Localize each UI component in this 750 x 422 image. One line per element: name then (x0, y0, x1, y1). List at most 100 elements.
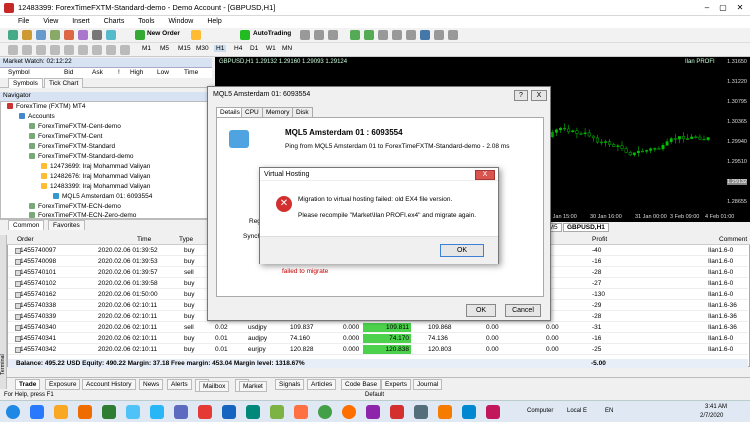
nav-root[interactable]: ForexTime (FXTM) MT4 (7, 103, 85, 110)
nav-server[interactable]: ForexTimeFXTM-ECN-demo (29, 203, 121, 210)
nav-accounts[interactable]: Accounts (19, 113, 55, 120)
dialog-ok-button[interactable]: OK (466, 304, 496, 317)
data-window-icon[interactable] (50, 30, 60, 40)
autotrading-button[interactable]: AutoTrading (253, 30, 291, 37)
nav-account[interactable]: 12473699: Iraj Mohammad Valiyan (41, 163, 150, 170)
tf-mn[interactable]: MN (282, 45, 292, 52)
autoscroll-icon[interactable] (392, 30, 402, 40)
arrows-icon[interactable] (120, 45, 130, 55)
nav-vps[interactable]: MQL5 Amsterdam 01: 6093554 (53, 193, 152, 200)
tab-disk[interactable]: Disk (292, 107, 313, 117)
minimize-button[interactable]: – (700, 2, 714, 13)
tile-windows-icon[interactable] (378, 30, 388, 40)
app-icon[interactable] (174, 405, 188, 419)
tab-trade[interactable]: Trade (15, 379, 41, 390)
col-high[interactable]: High (130, 69, 143, 76)
tf-w1[interactable]: W1 (266, 45, 276, 52)
channel-icon[interactable] (78, 45, 88, 55)
tab-tick-chart[interactable]: Tick Chart (44, 78, 84, 88)
tab-favorites[interactable]: Favorites (48, 220, 85, 230)
chart-shift-icon[interactable] (406, 30, 416, 40)
dialog-cancel-button[interactable]: Cancel (505, 304, 541, 317)
tab-mailbox[interactable]: Mailbox40 (195, 379, 230, 393)
tab-account-history[interactable]: Account History (82, 379, 136, 390)
col-comment[interactable]: Comment (719, 236, 747, 243)
nav-server[interactable]: ForexTimeFXTM-Standard-demo (29, 153, 133, 160)
nav-account[interactable]: 12482676: Iraj Mohammad Valiyan (41, 173, 150, 180)
col-symbol[interactable]: Symbol (8, 69, 30, 76)
tab-cpu[interactable]: CPU (241, 107, 263, 117)
text-icon[interactable] (106, 45, 116, 55)
cursor-icon[interactable] (8, 45, 18, 55)
menu-help[interactable]: Help (207, 18, 221, 25)
col-time[interactable]: Time (184, 69, 198, 76)
dialog-help-button[interactable]: ? (514, 90, 528, 101)
app-icon[interactable] (414, 405, 428, 419)
horizontal-line-icon[interactable] (50, 45, 60, 55)
col-bid[interactable]: Bid (64, 69, 73, 76)
nav-server[interactable]: ForexTimeFXTM-Cent-demo (29, 123, 121, 130)
menu-charts[interactable]: Charts (104, 18, 125, 25)
zoom-in-icon[interactable] (350, 30, 360, 40)
crosshair-icon[interactable] (22, 45, 32, 55)
mt4-icon[interactable] (390, 405, 404, 419)
new-order-button[interactable]: New Order (147, 30, 180, 37)
fibonacci-icon[interactable] (92, 45, 102, 55)
app-icon[interactable] (366, 405, 380, 419)
tab-details[interactable]: Details (216, 107, 244, 117)
line-chart-icon[interactable] (328, 30, 338, 40)
periods-icon[interactable] (434, 30, 444, 40)
tab-experts[interactable]: Experts (381, 379, 412, 390)
app-icon[interactable] (462, 405, 476, 419)
table-row[interactable]: 1455740341 2020.02.06 02:10:11 buy 0.01 audj… (8, 334, 748, 344)
tray-date[interactable]: 2/7/2020 (700, 413, 723, 419)
tab-alerts[interactable]: Alerts (167, 379, 192, 390)
tf-m15[interactable]: M15 (178, 45, 191, 52)
indicators-icon[interactable] (420, 30, 430, 40)
tf-d1[interactable]: D1 (250, 45, 258, 52)
menu-insert[interactable]: Insert (72, 18, 90, 25)
chart-tab-active[interactable]: GBPUSD,H1 (563, 223, 609, 232)
app-icon[interactable] (246, 405, 260, 419)
profiles-icon[interactable] (22, 30, 32, 40)
explorer-icon[interactable] (54, 405, 68, 419)
terminal-icon[interactable] (78, 30, 88, 40)
nav-server[interactable]: ForexTimeFXTM-ECN-Zero-demo (29, 212, 136, 218)
trendline-icon[interactable] (64, 45, 74, 55)
maximize-button[interactable]: ▢ (716, 2, 730, 13)
tab-memory[interactable]: Memory (262, 107, 294, 117)
tester-icon[interactable] (92, 30, 102, 40)
tab-common[interactable]: Common (8, 220, 45, 230)
dialog-close-button[interactable]: X (531, 90, 547, 101)
table-row[interactable]: 1455740340 2020.02.06 02:10:11 sell 0.02 usd… (8, 323, 748, 333)
nav-account[interactable]: 12483399: Iraj Mohammad Valiyan (41, 183, 150, 190)
nav-server[interactable]: ForexTimeFXTM-Cent (29, 133, 102, 140)
autotrading-icon[interactable] (240, 30, 250, 40)
tray-computer[interactable]: Computer (527, 408, 553, 414)
nav-server[interactable]: ForexTimeFXTM-Standard (29, 143, 115, 150)
word-icon[interactable] (222, 405, 236, 419)
zoom-out-icon[interactable] (364, 30, 374, 40)
col-time[interactable]: Time (137, 236, 151, 243)
ie-icon[interactable] (30, 405, 44, 419)
menu-window[interactable]: Window (168, 18, 193, 25)
metaeditor-icon[interactable] (106, 30, 116, 40)
skype-icon[interactable] (126, 405, 140, 419)
tf-h1[interactable]: H1 (214, 45, 227, 52)
start-icon[interactable] (6, 405, 20, 419)
app-icon[interactable] (294, 405, 308, 419)
templates-icon[interactable] (448, 30, 458, 40)
tf-m30[interactable]: M30 (196, 45, 209, 52)
col-ask[interactable]: Ask (92, 69, 103, 76)
table-row[interactable]: 1455740342 2020.02.06 02:10:11 buy 0.01 eurj… (8, 345, 748, 355)
market-watch-icon[interactable] (36, 30, 46, 40)
tab-journal[interactable]: Journal (413, 379, 443, 390)
app-icon[interactable] (486, 405, 500, 419)
col-profit[interactable]: Profit (592, 236, 607, 243)
firefox-icon[interactable] (342, 405, 356, 419)
media-icon[interactable] (78, 405, 92, 419)
tab-code-base[interactable]: Code Base (341, 379, 382, 390)
tray-time[interactable]: 3:41 AM (705, 404, 727, 410)
navigator-icon[interactable] (64, 30, 74, 40)
close-button[interactable]: ✕ (733, 2, 747, 13)
